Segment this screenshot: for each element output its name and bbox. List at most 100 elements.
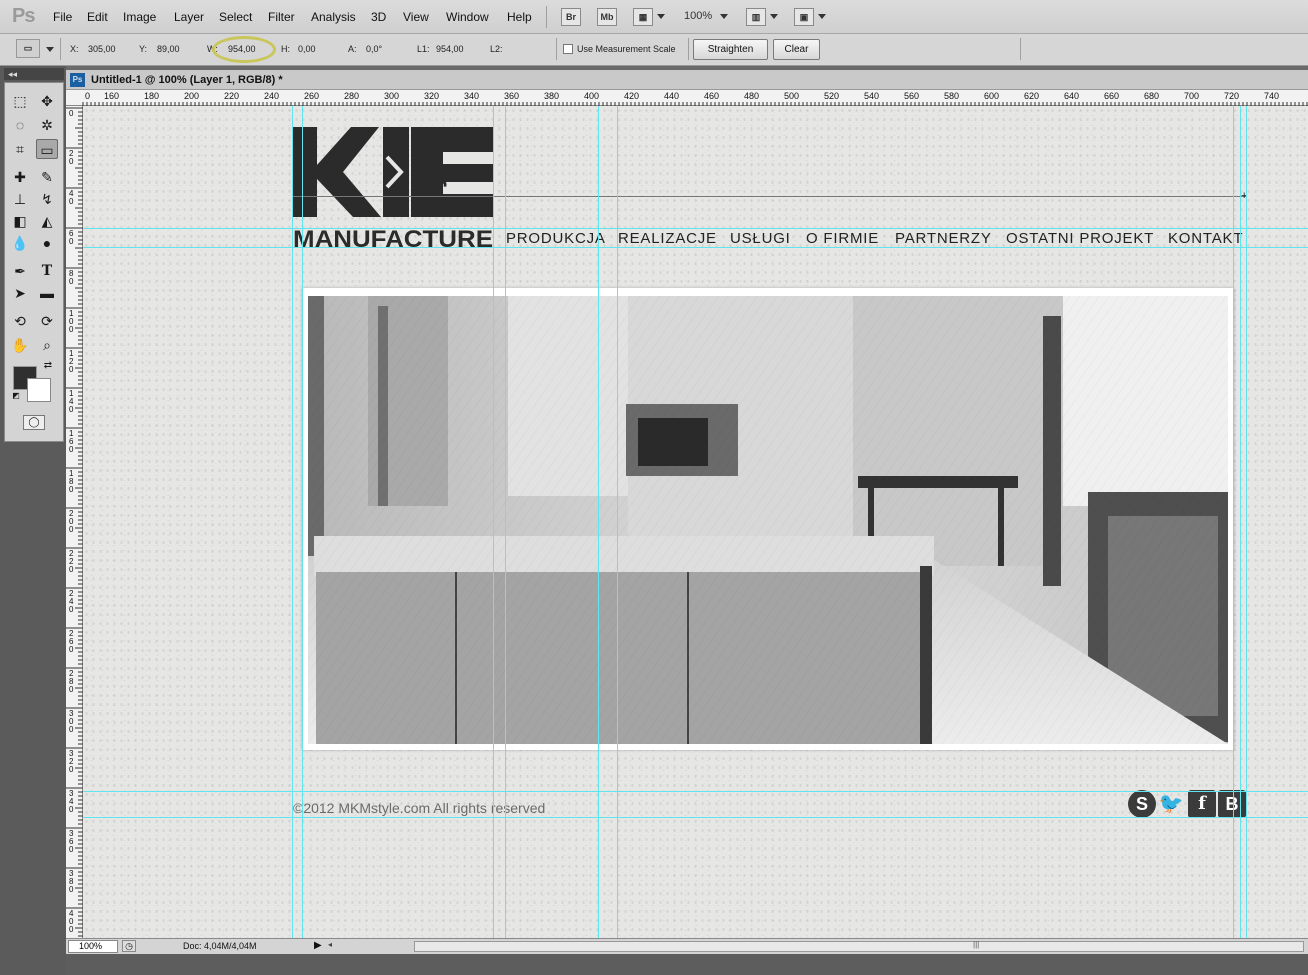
- menu-filter[interactable]: Filter: [268, 10, 295, 24]
- menu-3d[interactable]: 3D: [371, 10, 386, 24]
- ruler-label: 0: [69, 485, 74, 494]
- menu-file[interactable]: File: [53, 10, 72, 24]
- menu-window[interactable]: Window: [446, 10, 489, 24]
- magic-wand-icon[interactable]: ✲: [36, 115, 58, 135]
- zoom-tool-icon[interactable]: ⌕: [36, 335, 58, 355]
- chevron-down-icon[interactable]: [46, 47, 54, 52]
- menu-help[interactable]: Help: [507, 10, 532, 24]
- document-tab[interactable]: Ps Untitled-1 @ 100% (Layer 1, RGB/8) *: [66, 70, 1308, 90]
- type-tool-icon[interactable]: T: [36, 261, 58, 281]
- nav-produkcja[interactable]: PRODUKCJA: [506, 230, 606, 247]
- mini-bridge-button[interactable]: Mb: [597, 8, 617, 26]
- vertical-ruler[interactable]: 0204060801001201401601802002202402602803…: [66, 106, 83, 938]
- scroll-left-icon[interactable]: ◂: [328, 940, 332, 949]
- ruler-label: 520: [824, 91, 839, 101]
- skype-icon[interactable]: S: [1128, 790, 1156, 818]
- pen-tool-icon[interactable]: ✒: [9, 261, 31, 281]
- facebook-icon[interactable]: f: [1188, 790, 1216, 818]
- guide-vertical[interactable]: [598, 106, 599, 938]
- hand-tool-icon[interactable]: ✋: [9, 335, 31, 355]
- ps-document-icon: Ps: [70, 73, 85, 87]
- zoom-level[interactable]: 100%: [684, 10, 712, 22]
- eraser-tool-icon[interactable]: ◧: [9, 211, 31, 231]
- clear-button[interactable]: Clear: [773, 39, 820, 60]
- menu-layer[interactable]: Layer: [174, 10, 204, 24]
- guide-vertical[interactable]: [493, 106, 494, 938]
- guide-vertical[interactable]: [1246, 106, 1247, 938]
- menu-select[interactable]: Select: [219, 10, 252, 24]
- use-measurement-scale-checkbox[interactable]: [563, 44, 573, 54]
- crop-tool-icon[interactable]: ⌗: [9, 139, 31, 159]
- 3d-orbit-icon[interactable]: ⟳: [36, 311, 58, 331]
- status-menu-arrow-icon[interactable]: ▶: [314, 940, 322, 951]
- nav-realizacje[interactable]: REALIZACJE: [618, 230, 717, 247]
- lasso-tool-icon[interactable]: ◌: [9, 115, 31, 135]
- blogger-icon[interactable]: B: [1218, 790, 1246, 818]
- chevron-down-icon[interactable]: [818, 14, 826, 19]
- horizontal-scrollbar[interactable]: |||: [414, 940, 1304, 952]
- nav-ostatni-projekt[interactable]: OSTATNI PROJEKT: [1006, 230, 1154, 247]
- guide-horizontal[interactable]: [83, 247, 1308, 248]
- guide-vertical[interactable]: [1240, 106, 1241, 938]
- document-size: Doc: 4,04M/4,04M: [183, 941, 257, 951]
- blur-tool-icon[interactable]: 💧: [9, 233, 31, 253]
- ruler-tool-icon[interactable]: ▭: [36, 139, 58, 159]
- marquee-tool-icon[interactable]: ⬚: [9, 91, 31, 111]
- nav-uslugi[interactable]: USŁUGI: [730, 230, 791, 247]
- view-extras-icon[interactable]: ▦: [633, 8, 653, 26]
- ruler-label: 200: [184, 91, 199, 101]
- screen-mode-icon[interactable]: ▣: [794, 8, 814, 26]
- rectangle-tool-icon[interactable]: ▬: [36, 283, 58, 303]
- site-logo[interactable]: Style MANUFACTURE: [293, 127, 493, 251]
- separator: [556, 38, 557, 60]
- ruler-label: 0: [69, 565, 74, 574]
- separator: [546, 6, 547, 28]
- clone-stamp-icon[interactable]: ⊥: [9, 189, 31, 209]
- bridge-button[interactable]: Br: [561, 8, 581, 26]
- guide-horizontal[interactable]: [83, 791, 1308, 792]
- menu-view[interactable]: View: [403, 10, 429, 24]
- ruler-label: 0: [69, 277, 74, 286]
- zoom-field[interactable]: 100%: [68, 940, 118, 953]
- chevron-down-icon[interactable]: [720, 14, 728, 19]
- history-brush-icon[interactable]: ↯: [36, 189, 58, 209]
- 3d-rotate-icon[interactable]: ⟲: [9, 311, 31, 331]
- nav-o-firmie[interactable]: O FIRMIE: [806, 230, 879, 247]
- guide-vertical[interactable]: [302, 106, 303, 938]
- horizontal-ruler-ticks: 0 160 180 200 220 240 260 280 300 320 340 360 380 400…: [82, 91, 1308, 106]
- dodge-tool-icon[interactable]: ●: [36, 233, 58, 253]
- swap-colors-icon[interactable]: ⇄: [41, 359, 55, 373]
- default-colors-icon[interactable]: ◩: [9, 389, 23, 403]
- menu-image[interactable]: Image: [123, 10, 156, 24]
- guide-vertical[interactable]: [617, 106, 618, 938]
- angle-label: A:: [348, 44, 357, 54]
- background-color-swatch[interactable]: [27, 378, 51, 402]
- status-info-icon[interactable]: ◷: [122, 940, 136, 952]
- straighten-button[interactable]: Straighten: [693, 39, 768, 60]
- quick-mask-icon[interactable]: ◯: [23, 415, 45, 430]
- chevron-down-icon[interactable]: [770, 14, 778, 19]
- path-selection-icon[interactable]: ➤: [9, 283, 31, 303]
- chevron-down-icon[interactable]: [657, 14, 665, 19]
- nav-partnerzy[interactable]: PARTNERZY: [895, 230, 992, 247]
- collapse-panel-icon[interactable]: ◂◂: [4, 68, 64, 80]
- healing-brush-icon[interactable]: ✚: [9, 167, 31, 187]
- menu-edit[interactable]: Edit: [87, 10, 108, 24]
- guide-vertical[interactable]: [292, 106, 293, 938]
- logo-e-gap-top: [443, 152, 493, 164]
- document-canvas[interactable]: Style MANUFACTURE PRODUKCJA REALIZACJE U…: [83, 106, 1308, 938]
- guide-horizontal[interactable]: [83, 817, 1308, 818]
- paint-bucket-icon[interactable]: ◭: [36, 211, 58, 231]
- arrange-documents-icon[interactable]: ▥: [746, 8, 766, 26]
- brush-tool-icon[interactable]: ✎: [36, 167, 58, 187]
- guide-vertical[interactable]: [505, 106, 506, 938]
- move-tool-icon[interactable]: ✥: [36, 91, 58, 111]
- ruler-tool-icon[interactable]: ▭: [16, 39, 40, 58]
- guide-vertical[interactable]: [1233, 106, 1234, 938]
- menu-analysis[interactable]: Analysis: [311, 10, 356, 24]
- ruler-label: 500: [784, 91, 799, 101]
- guide-horizontal[interactable]: [83, 228, 1308, 229]
- twitter-bird-icon[interactable]: 🐦: [1156, 790, 1186, 818]
- horizontal-ruler[interactable]: 0 160 180 200 220 240 260 280 300 320 340 360 380 400…: [66, 90, 1308, 106]
- ruler-label: 320: [424, 91, 439, 101]
